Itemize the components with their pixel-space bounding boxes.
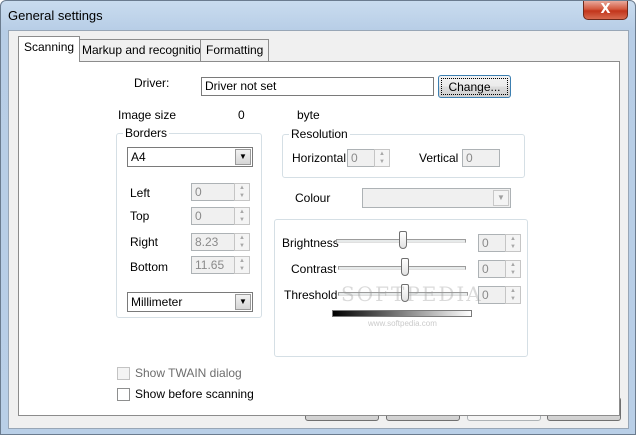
brightness-label: Brightness [282, 236, 339, 250]
spin-arrows-icon: ▲ ▼ [374, 149, 390, 167]
tab-formatting[interactable]: Formatting [200, 39, 270, 61]
unit-select[interactable]: Millimeter ▼ [127, 292, 253, 312]
threshold-gradient-preview [332, 310, 472, 317]
change-driver-button[interactable]: Change... [438, 75, 511, 98]
spin-arrows-icon: ▲ ▼ [505, 260, 521, 278]
right-value: 8.23 [191, 233, 236, 251]
right-spinner[interactable]: 8.23 ▲ ▼ [191, 233, 250, 251]
tab-label: Formatting [206, 43, 264, 57]
show-before-scanning-label: Show before scanning [135, 387, 254, 401]
left-spinner[interactable]: 0 ▲ ▼ [191, 183, 250, 201]
brightness-slider[interactable] [336, 231, 466, 251]
brightness-value: 0 [478, 234, 506, 252]
paper-size-value: A4 [131, 150, 146, 164]
watermark-url: www.softpedia.com [368, 319, 437, 328]
driver-field: Driver not set [201, 77, 434, 96]
horizontal-spinner[interactable]: 0 ▲ ▼ [347, 149, 390, 167]
threshold-label: Threshold [284, 288, 338, 302]
chevron-down-icon: ▼ [235, 149, 251, 165]
close-icon: X [600, 2, 611, 17]
paper-size-select[interactable]: A4 ▼ [127, 147, 253, 167]
slider-thumb[interactable] [399, 231, 407, 249]
top-value: 0 [191, 207, 236, 225]
borders-group: Borders A4 ▼ Left 0 ▲ ▼ Top 0 ▲ ▼ Right 8. [116, 126, 262, 318]
horizontal-label: Horizontal [292, 151, 347, 165]
left-value: 0 [191, 183, 236, 201]
threshold-spinner[interactable]: 0 ▲ ▼ [478, 286, 521, 304]
show-before-scanning-checkbox[interactable] [117, 388, 130, 401]
brightness-spinner[interactable]: 0 ▲ ▼ [478, 234, 521, 252]
image-size-value: 0 [238, 108, 245, 122]
spin-arrows-icon: ▲ ▼ [234, 256, 250, 274]
tab-label: Markup and recognition [82, 43, 208, 57]
tab-scanning[interactable]: Scanning [18, 36, 81, 62]
resolution-group-title: Resolution [289, 127, 350, 141]
show-twain-checkbox[interactable] [117, 367, 130, 380]
right-label: Right [130, 235, 159, 249]
slider-thumb[interactable] [401, 258, 409, 276]
borders-group-title: Borders [123, 126, 170, 140]
image-adjust-group: Brightness 0 ▲ ▼ Contrast 0 ▲ ▼ Threshol… [274, 219, 528, 357]
watermark-logo: SOFTPEDIA [341, 282, 483, 306]
window-title: General settings [8, 8, 103, 23]
settings-window: General settings X Scanning Markup and r… [0, 0, 636, 435]
tab-label: Scanning [24, 40, 75, 54]
horizontal-value: 0 [347, 149, 375, 167]
contrast-value: 0 [478, 260, 506, 278]
chevron-down-icon: ▼ [493, 190, 509, 206]
bottom-spinner[interactable]: 11.65 ▲ ▼ [191, 256, 250, 274]
vertical-label: Vertical [419, 151, 459, 165]
spin-arrows-icon: ▲ ▼ [234, 207, 250, 225]
tab-markup-and-recognition[interactable]: Markup and recognition [76, 39, 214, 61]
contrast-label: Contrast [291, 262, 337, 276]
spin-arrows-icon: ▲ ▼ [505, 286, 521, 304]
driver-label: Driver: [134, 76, 170, 90]
bottom-label: Bottom [130, 260, 169, 274]
resolution-group: Resolution Horizontal 0 ▲ ▼ Vertical 0 [282, 127, 525, 178]
chevron-down-icon: ▼ [235, 294, 251, 310]
spin-arrows-icon: ▲ ▼ [505, 234, 521, 252]
colour-label: Colour [295, 191, 331, 205]
dialog-client: Scanning Markup and recognition Formatti… [8, 30, 629, 429]
image-size-unit: byte [297, 108, 320, 122]
spin-arrows-icon: ▲ ▼ [234, 233, 250, 251]
scanning-panel: Driver: Driver not set Change... Image s… [18, 61, 620, 416]
close-button[interactable]: X [583, 1, 628, 20]
left-label: Left [130, 186, 151, 200]
vertical-field[interactable]: 0 [462, 149, 500, 167]
image-size-label: Image size [118, 108, 177, 122]
unit-value: Millimeter [131, 295, 183, 309]
show-twain-label: Show TWAIN dialog [135, 366, 242, 380]
spin-arrows-icon: ▲ ▼ [234, 183, 250, 201]
colour-select[interactable]: ▼ [362, 188, 511, 208]
top-spinner[interactable]: 0 ▲ ▼ [191, 207, 250, 225]
top-label: Top [130, 209, 150, 223]
title-bar[interactable]: General settings X [1, 1, 635, 29]
contrast-slider[interactable] [338, 258, 466, 278]
bottom-value: 11.65 [191, 256, 236, 274]
contrast-spinner[interactable]: 0 ▲ ▼ [478, 260, 521, 278]
